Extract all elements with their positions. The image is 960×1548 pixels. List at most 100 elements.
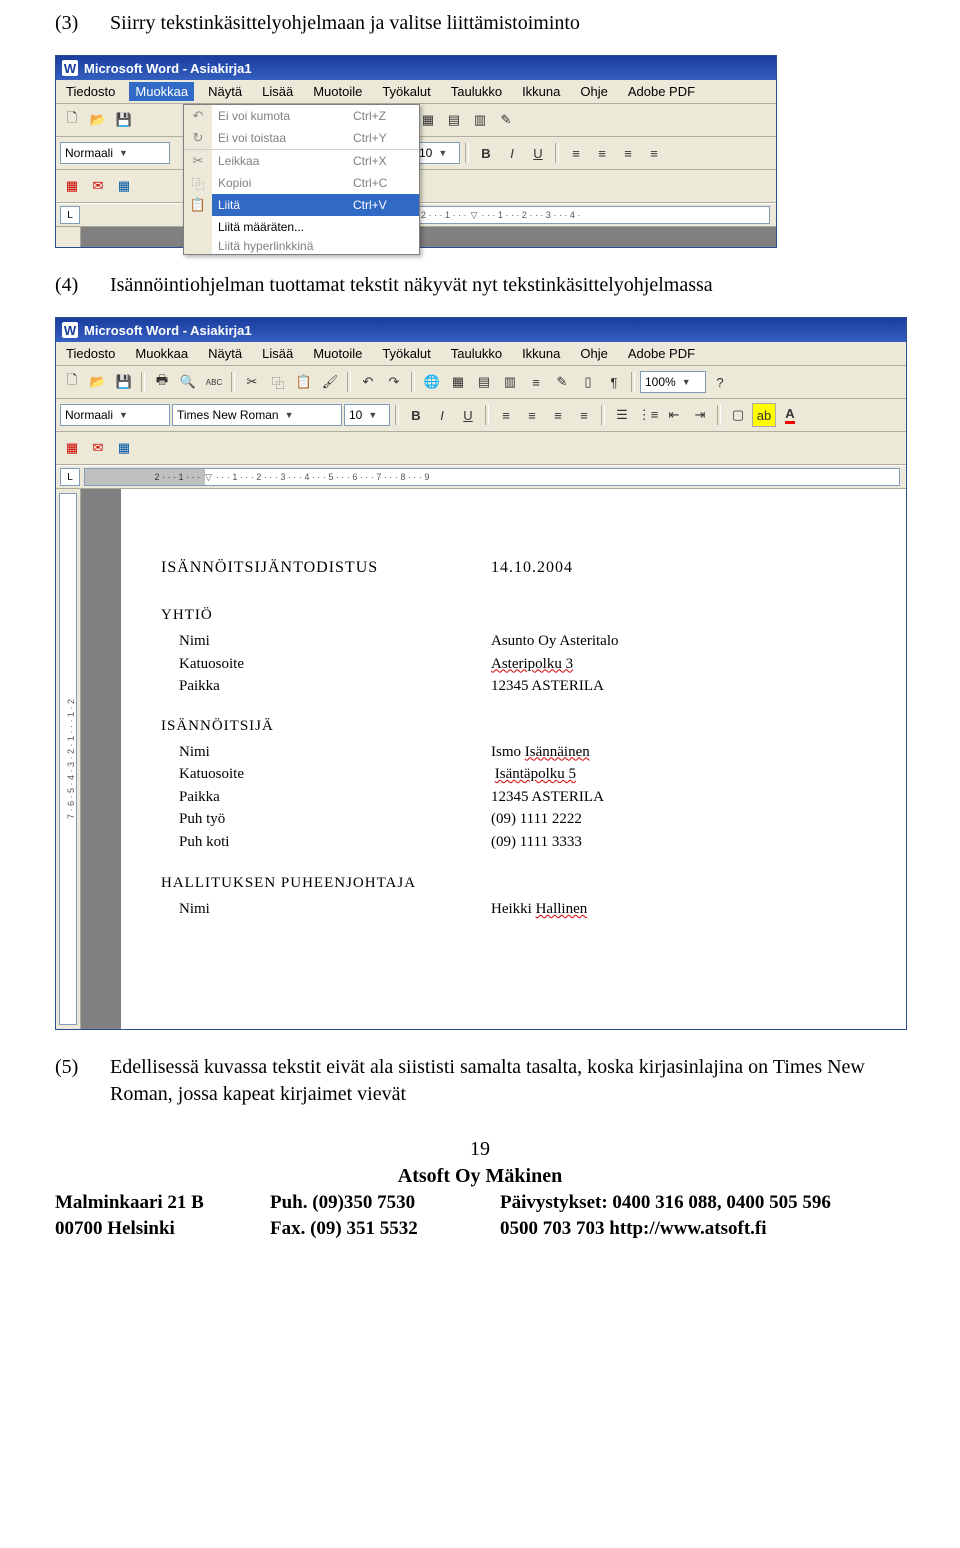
pdf-review-icon[interactable]: ▦ <box>112 436 136 460</box>
menu-taulukko[interactable]: Taulukko <box>445 82 508 101</box>
align-left-icon[interactable]: ≡ <box>494 403 518 427</box>
menu-taulukko[interactable]: Taulukko <box>445 344 508 363</box>
style-combo[interactable]: Normaali▼ <box>60 404 170 426</box>
format-painter-icon[interactable]: 🖌 <box>318 370 342 394</box>
open-icon[interactable]: 📂 <box>86 108 110 132</box>
new-doc-icon[interactable]: 🗋 <box>60 108 84 132</box>
outdent-icon[interactable]: ⇤ <box>662 403 686 427</box>
page-footer: 19 Atsoft Oy Mäkinen Malminkaari 21 B 00… <box>55 1126 905 1241</box>
undo-icon: ↶ <box>184 105 212 127</box>
menu-lisaa[interactable]: Lisää <box>256 344 299 363</box>
fontsize-combo[interactable]: 10▼ <box>414 142 460 164</box>
cut-icon[interactable]: ✂ <box>240 370 264 394</box>
menu-paste[interactable]: 📋 Liitä Ctrl+V <box>184 194 419 216</box>
show-marks-icon[interactable]: ¶ <box>602 370 626 394</box>
menu-nayta[interactable]: Näytä <box>202 344 248 363</box>
menu-adobepdf[interactable]: Adobe PDF <box>622 344 701 363</box>
drawing-icon[interactable]: ✎ <box>550 370 574 394</box>
footer-company: Atsoft Oy Mäkinen <box>55 1165 905 1188</box>
print-icon[interactable]: 🖶 <box>150 370 174 394</box>
menu-adobepdf[interactable]: Adobe PDF <box>622 82 701 101</box>
pdf-icon[interactable]: ▦ <box>60 174 84 198</box>
copy-icon[interactable]: ⿻ <box>266 370 290 394</box>
style-combo[interactable]: Normaali▼ <box>60 142 170 164</box>
underline-button[interactable]: U <box>456 403 480 427</box>
align-right-icon[interactable]: ≡ <box>616 141 640 165</box>
menu-muokkaa[interactable]: Muokkaa <box>129 344 194 363</box>
menu-ikkuna[interactable]: Ikkuna <box>516 344 566 363</box>
border-icon[interactable]: ▢ <box>726 403 750 427</box>
footer-addr2: 00700 Helsinki <box>55 1216 270 1242</box>
doc-title: ISÄNNÖITSIJÄNTODISTUS <box>161 559 491 577</box>
menu-tyokalut[interactable]: Työkalut <box>376 82 436 101</box>
undo-icon[interactable]: ↶ <box>356 370 380 394</box>
hall-nimi-label: Nimi <box>179 898 491 921</box>
excel-icon[interactable]: ▤ <box>442 108 466 132</box>
pdf-mail-icon[interactable]: ✉ <box>86 174 110 198</box>
font-combo[interactable]: Times New Roman▼ <box>172 404 342 426</box>
pdf-icon[interactable]: ▦ <box>60 436 84 460</box>
cut-icon: ✂ <box>184 150 212 172</box>
menu-muotoile[interactable]: Muotoile <box>307 82 368 101</box>
align-left-icon[interactable]: ≡ <box>564 141 588 165</box>
menu-paste-special[interactable]: Liitä määräten... <box>184 216 419 238</box>
tables-icon[interactable]: ▦ <box>446 370 470 394</box>
menu-tyokalut[interactable]: Työkalut <box>376 344 436 363</box>
italic-button[interactable]: I <box>500 141 524 165</box>
align-right-icon[interactable]: ≡ <box>546 403 570 427</box>
ruler-2: L 2 · · · 1 · · · ▽· · · 1 · · · 2 · · ·… <box>56 465 906 489</box>
pdf-review-icon[interactable]: ▦ <box>112 174 136 198</box>
menu-nayta[interactable]: Näytä <box>202 82 248 101</box>
ruler-bar-2[interactable]: 2 · · · 1 · · · ▽· · · 1 · · · 2 · · · 3… <box>84 468 900 486</box>
paste-icon[interactable]: 📋 <box>292 370 316 394</box>
italic-button[interactable]: I <box>430 403 454 427</box>
numbering-icon[interactable]: ☰ <box>610 403 634 427</box>
tab-align-toggle[interactable]: L <box>60 468 80 486</box>
help-icon[interactable]: ? <box>708 370 732 394</box>
indent-icon[interactable]: ⇥ <box>688 403 712 427</box>
menu-muotoile[interactable]: Muotoile <box>307 344 368 363</box>
yhtio-katu-label: Katuosoite <box>179 653 491 676</box>
columns-icon[interactable]: ▥ <box>468 108 492 132</box>
align-center-icon[interactable]: ≡ <box>590 141 614 165</box>
highlight-icon[interactable]: ab <box>752 403 776 427</box>
redo-icon[interactable]: ↷ <box>382 370 406 394</box>
menu-ohje[interactable]: Ohje <box>574 82 613 101</box>
fontsize-combo[interactable]: 10▼ <box>344 404 390 426</box>
save-icon[interactable]: 💾 <box>112 108 136 132</box>
open-icon[interactable]: 📂 <box>86 370 110 394</box>
excel-icon[interactable]: ▥ <box>498 370 522 394</box>
menu-ikkuna[interactable]: Ikkuna <box>516 82 566 101</box>
justify-icon[interactable]: ≡ <box>642 141 666 165</box>
bold-button[interactable]: B <box>404 403 428 427</box>
document-page[interactable]: ISÄNNÖITSIJÄNTODISTUS 14.10.2004 YHTIÖ N… <box>121 489 906 1029</box>
insert-table-icon[interactable]: ▤ <box>472 370 496 394</box>
zoom-combo[interactable]: 100%▼ <box>640 371 706 393</box>
tab-align-toggle[interactable]: L <box>60 206 80 224</box>
new-doc-icon[interactable]: 🗋 <box>60 370 84 394</box>
align-center-icon[interactable]: ≡ <box>520 403 544 427</box>
menu-muokkaa[interactable]: Muokkaa <box>129 82 194 101</box>
columns-icon[interactable]: ≡ <box>524 370 548 394</box>
spell-icon[interactable]: ABC <box>202 370 226 394</box>
menu-lisaa[interactable]: Lisää <box>256 82 299 101</box>
font-color-icon[interactable]: A <box>778 403 802 427</box>
yhtio-paikka-value: 12345 ASTERILA <box>491 675 886 698</box>
hyperlink-icon[interactable]: 🌐 <box>420 370 444 394</box>
justify-icon[interactable]: ≡ <box>572 403 596 427</box>
docmap-icon[interactable]: ▯ <box>576 370 600 394</box>
drawing-icon[interactable]: ✎ <box>494 108 518 132</box>
bold-button[interactable]: B <box>474 141 498 165</box>
underline-button[interactable]: U <box>526 141 550 165</box>
window-title-2: Microsoft Word - Asiakirja1 <box>84 323 252 338</box>
isan-nimi-label: Nimi <box>179 741 491 764</box>
menu-copy: ⿻ Kopioi Ctrl+C <box>184 172 419 194</box>
bullets-icon[interactable]: ⋮≡ <box>636 403 660 427</box>
menu-tiedosto[interactable]: Tiedosto <box>60 344 121 363</box>
pdf-mail-icon[interactable]: ✉ <box>86 436 110 460</box>
menu-ohje[interactable]: Ohje <box>574 344 613 363</box>
save-icon[interactable]: 💾 <box>112 370 136 394</box>
preview-icon[interactable]: 🔍 <box>176 370 200 394</box>
copy-icon: ⿻ <box>184 172 212 194</box>
menu-tiedosto[interactable]: Tiedosto <box>60 82 121 101</box>
